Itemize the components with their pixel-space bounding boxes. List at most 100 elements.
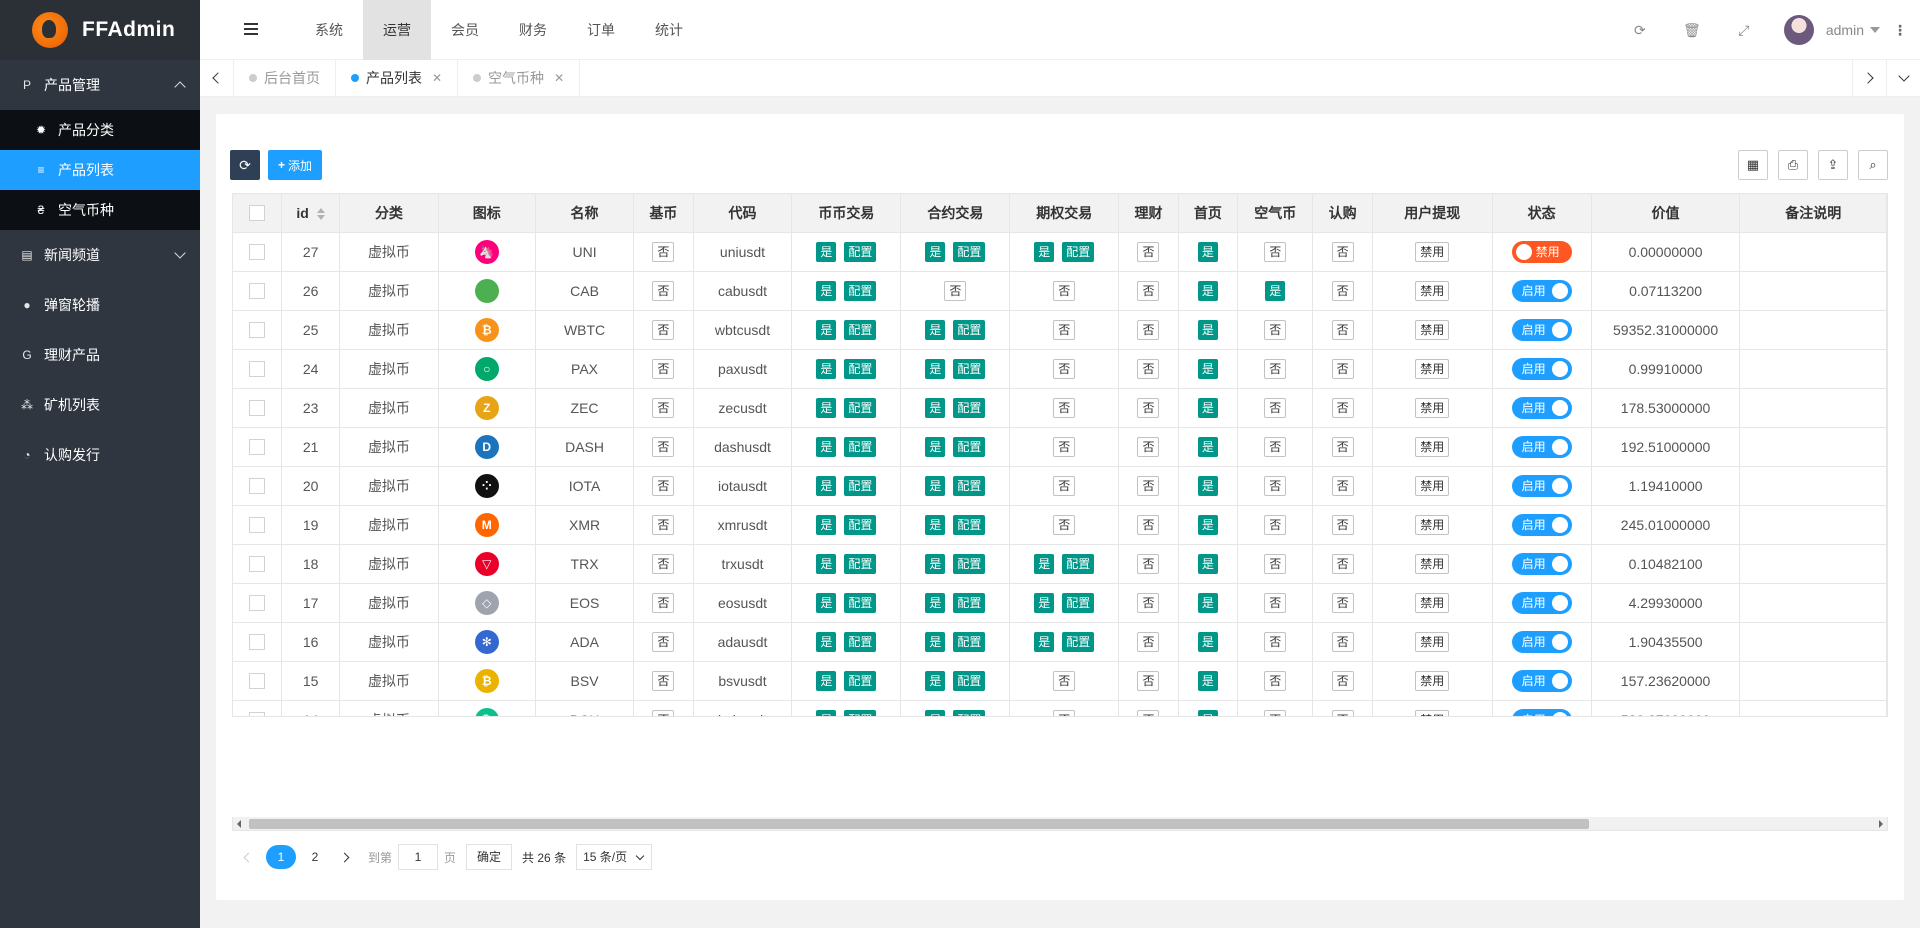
status-toggle[interactable]: 启用 [1511, 513, 1572, 536]
contract-trade-yes-badge[interactable]: 是 [925, 553, 946, 574]
spot-trade-config-button[interactable]: 配置 [844, 358, 877, 379]
sidebar-item-3[interactable]: G 理财产品 [0, 330, 200, 380]
withdraw-disable-badge[interactable]: 禁用 [1415, 670, 1450, 691]
air-coin-badge[interactable]: 否 [1264, 553, 1287, 574]
top-nav-item[interactable]: 运营 [363, 0, 431, 60]
withdraw-disable-badge[interactable]: 禁用 [1415, 358, 1450, 379]
spot-trade-yes-badge[interactable]: 是 [816, 709, 837, 716]
subscribe-badge[interactable]: 否 [1331, 514, 1354, 535]
base-coin-badge[interactable]: 否 [652, 514, 675, 535]
option-trade-no-badge[interactable]: 否 [1053, 280, 1076, 301]
contract-trade-config-button[interactable]: 配置 [953, 475, 986, 496]
air-coin-badge[interactable]: 否 [1264, 709, 1287, 716]
goto-confirm-button[interactable]: 确定 [466, 844, 513, 870]
subscribe-badge[interactable]: 否 [1331, 280, 1354, 301]
homepage-badge[interactable]: 是 [1197, 397, 1218, 418]
option-trade-no-badge[interactable]: 否 [1053, 358, 1076, 379]
air-coin-badge[interactable]: 否 [1264, 397, 1287, 418]
withdraw-disable-badge[interactable]: 禁用 [1415, 553, 1450, 574]
subscribe-badge[interactable]: 否 [1331, 592, 1354, 613]
more-vertical-icon[interactable]: ⋮ [1880, 22, 1920, 39]
contract-trade-yes-badge[interactable]: 是 [925, 358, 946, 379]
reload-button[interactable]: ⟳ [230, 150, 260, 180]
base-coin-badge[interactable]: 否 [652, 592, 675, 613]
search-icon[interactable]: ⌕ [1858, 150, 1888, 180]
withdraw-disable-badge[interactable]: 禁用 [1415, 241, 1450, 262]
spot-trade-yes-badge[interactable]: 是 [816, 241, 837, 262]
spot-trade-config-button[interactable]: 配置 [844, 397, 877, 418]
sort-icon[interactable] [316, 208, 325, 221]
contract-trade-config-button[interactable]: 配置 [953, 436, 986, 457]
page-1-button[interactable]: 1 [266, 845, 296, 869]
spot-trade-yes-badge[interactable]: 是 [816, 475, 837, 496]
status-toggle[interactable]: 启用 [1511, 669, 1572, 692]
select-all-checkbox[interactable] [248, 205, 265, 222]
contract-trade-yes-badge[interactable]: 是 [925, 631, 946, 652]
subscribe-badge[interactable]: 否 [1331, 397, 1354, 418]
homepage-badge[interactable]: 是 [1197, 631, 1218, 652]
contract-trade-no-badge[interactable]: 否 [944, 280, 967, 301]
scrollbar-thumb[interactable] [249, 819, 1589, 829]
withdraw-disable-badge[interactable]: 禁用 [1415, 709, 1450, 716]
contract-trade-yes-badge[interactable]: 是 [925, 397, 946, 418]
row-checkbox[interactable] [248, 322, 265, 339]
row-checkbox[interactable] [248, 283, 265, 300]
add-button[interactable]: + 添加 [268, 150, 323, 180]
air-coin-badge[interactable]: 否 [1264, 670, 1287, 691]
spot-trade-config-button[interactable]: 配置 [844, 319, 877, 340]
tabs-menu-icon[interactable] [1886, 60, 1920, 96]
status-toggle[interactable]: 启用 [1511, 630, 1572, 653]
spot-trade-yes-badge[interactable]: 是 [816, 670, 837, 691]
finance-badge[interactable]: 否 [1137, 241, 1160, 262]
base-coin-badge[interactable]: 否 [652, 241, 675, 262]
finance-badge[interactable]: 否 [1137, 592, 1160, 613]
row-checkbox[interactable] [248, 712, 265, 716]
option-trade-no-badge[interactable]: 否 [1053, 436, 1076, 457]
row-checkbox[interactable] [248, 439, 265, 456]
contract-trade-yes-badge[interactable]: 是 [925, 670, 946, 691]
page-2-button[interactable]: 2 [300, 845, 330, 869]
next-page-icon[interactable] [334, 847, 354, 867]
top-nav-item[interactable]: 财务 [499, 0, 567, 60]
finance-badge[interactable]: 否 [1137, 553, 1160, 574]
close-icon[interactable]: ✕ [432, 71, 442, 85]
tab-item[interactable]: 后台首页 [234, 60, 336, 96]
top-nav-item[interactable]: 会员 [431, 0, 499, 60]
export-icon[interactable]: ⇪ [1818, 150, 1848, 180]
withdraw-disable-badge[interactable]: 禁用 [1415, 475, 1450, 496]
option-trade-no-badge[interactable]: 否 [1053, 397, 1076, 418]
contract-trade-config-button[interactable]: 配置 [953, 241, 986, 262]
contract-trade-config-button[interactable]: 配置 [953, 631, 986, 652]
contract-trade-yes-badge[interactable]: 是 [925, 241, 946, 262]
option-trade-yes-badge[interactable]: 是 [1034, 553, 1055, 574]
row-checkbox[interactable] [248, 361, 265, 378]
finance-badge[interactable]: 否 [1137, 358, 1160, 379]
page-size-select[interactable]: 15 条/页 [576, 844, 653, 870]
base-coin-badge[interactable]: 否 [652, 631, 675, 652]
air-coin-badge[interactable]: 是 [1265, 280, 1286, 301]
spot-trade-config-button[interactable]: 配置 [844, 280, 877, 301]
row-checkbox[interactable] [248, 595, 265, 612]
top-nav-item[interactable]: 统计 [635, 0, 703, 60]
contract-trade-yes-badge[interactable]: 是 [925, 475, 946, 496]
subscribe-badge[interactable]: 否 [1331, 475, 1354, 496]
withdraw-disable-badge[interactable]: 禁用 [1415, 514, 1450, 535]
homepage-badge[interactable]: 是 [1197, 436, 1218, 457]
status-toggle[interactable]: 启用 [1511, 318, 1572, 341]
homepage-badge[interactable]: 是 [1197, 319, 1218, 340]
air-coin-badge[interactable]: 否 [1264, 475, 1287, 496]
status-toggle[interactable]: 启用 [1511, 357, 1572, 380]
contract-trade-config-button[interactable]: 配置 [953, 319, 986, 340]
base-coin-badge[interactable]: 否 [652, 319, 675, 340]
logo[interactable]: FFAdmin [0, 0, 200, 60]
prev-page-icon[interactable] [238, 847, 258, 867]
clear-cache-icon[interactable]: 🗑 [1666, 22, 1718, 39]
withdraw-disable-badge[interactable]: 禁用 [1415, 631, 1450, 652]
subscribe-badge[interactable]: 否 [1331, 436, 1354, 457]
top-nav-item[interactable]: 订单 [567, 0, 635, 60]
homepage-badge[interactable]: 是 [1197, 553, 1218, 574]
spot-trade-config-button[interactable]: 配置 [844, 475, 877, 496]
sidebar-subitem-2[interactable]: ₴ 空气币种 [0, 190, 200, 230]
sidebar-item-2[interactable]: ● 弹窗轮播 [0, 280, 200, 330]
print-icon[interactable]: ⎙ [1778, 150, 1808, 180]
